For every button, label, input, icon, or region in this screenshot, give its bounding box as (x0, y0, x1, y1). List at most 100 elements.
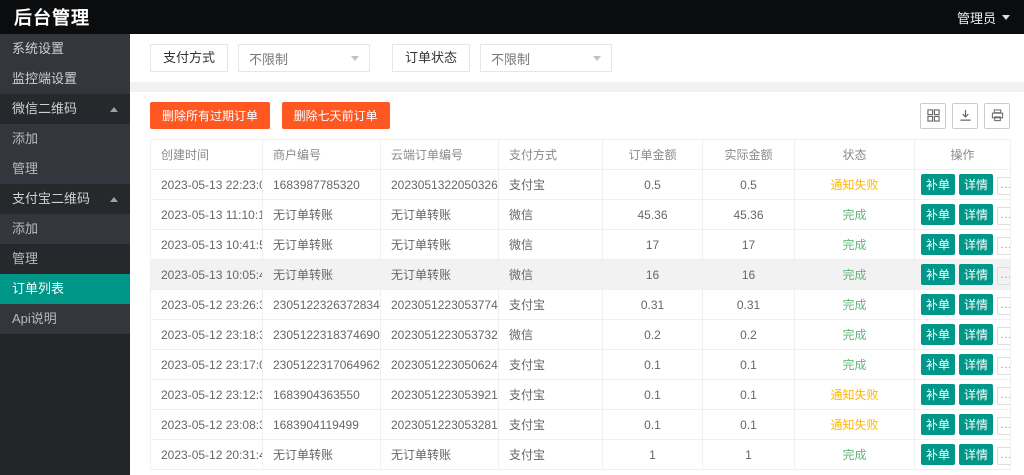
table-cell-actions: 补单详情… (914, 259, 1011, 290)
order-detail-button[interactable]: 详情 (959, 384, 994, 405)
status-text: 完成 (842, 208, 867, 222)
table-cell: 202305122305377449 (380, 289, 499, 320)
column-header: 商户编号 (262, 139, 381, 170)
more-actions-button[interactable]: … (997, 266, 1010, 285)
reissue-order-button[interactable]: 补单 (921, 234, 956, 255)
sidebar-item-label: 添加 (12, 131, 39, 146)
table-cell: 0.1 (702, 349, 795, 380)
order-detail-button[interactable]: 详情 (959, 234, 994, 255)
table-cell: 微信 (498, 259, 603, 290)
table-cell-status: 完成 (794, 199, 915, 230)
table-cell-actions: 补单详情… (914, 229, 1011, 260)
more-actions-button[interactable]: … (997, 236, 1010, 255)
print-button[interactable] (984, 102, 1010, 129)
table-header-row: 创建时间 商户编号 云端订单编号 支付方式 订单金额 实际金额 状态 操作 (150, 139, 1011, 170)
reissue-order-button[interactable]: 补单 (921, 414, 956, 435)
reissue-order-button[interactable]: 补单 (921, 294, 956, 315)
table-cell: 无订单转账 (380, 439, 499, 470)
print-icon (991, 109, 1003, 122)
topbar: 后台管理 管理员 (0, 0, 1024, 34)
filter-card: 支付方式 不限制 订单状态 不限制 (130, 34, 1024, 82)
table-cell: 2023-05-12 23:17:06 (150, 349, 263, 380)
sidebar-item-订单列表[interactable]: 订单列表 (0, 274, 130, 304)
table-cell: 2023-05-12 20:31:42 (150, 439, 263, 470)
table-cell: 0.2 (702, 319, 795, 350)
table-cell: 支付宝 (498, 379, 603, 410)
table-cell-status: 完成 (794, 229, 915, 260)
more-actions-button[interactable]: … (997, 416, 1010, 435)
table-cell: 45.36 (602, 199, 703, 230)
delete-week-old-orders-button[interactable]: 删除七天前订单 (281, 102, 390, 129)
table-cell-status: 完成 (794, 349, 915, 380)
table-cell-status: 完成 (794, 289, 915, 320)
table-row: 2023-05-13 10:05:49 无订单转账 无订单转账 微信 16 16 完成 补单详… (150, 259, 1011, 290)
reissue-order-button[interactable]: 补单 (921, 384, 956, 405)
table-cell-status: 完成 (794, 439, 915, 470)
sidebar-item-监控端设置[interactable]: 监控端设置 (0, 64, 130, 94)
sidebar-item-微信二维码[interactable]: 微信二维码 (0, 94, 130, 124)
order-detail-button[interactable]: 详情 (959, 444, 994, 465)
more-actions-button[interactable]: … (997, 296, 1010, 315)
table-cell: 2023-05-13 22:23:03 (150, 169, 263, 200)
sidebar-item-label: 管理 (12, 251, 39, 266)
sidebar-item-管理[interactable]: 管理 (0, 154, 130, 184)
sidebar-item-添加[interactable]: 添加 (0, 214, 130, 244)
table-cell: 微信 (498, 229, 603, 260)
layout-grid-button[interactable] (920, 102, 946, 129)
reissue-order-button[interactable]: 补单 (921, 264, 956, 285)
more-actions-button[interactable]: … (997, 386, 1010, 405)
more-actions-button[interactable]: … (997, 206, 1010, 225)
table-cell: 支付宝 (498, 409, 603, 440)
export-button[interactable] (952, 102, 978, 129)
sidebar-item-添加[interactable]: 添加 (0, 124, 130, 154)
reissue-order-button[interactable]: 补单 (921, 324, 956, 345)
reissue-order-button[interactable]: 补单 (921, 204, 956, 225)
table-cell: 支付宝 (498, 289, 603, 320)
table-cell-actions: 补单详情… (914, 319, 1011, 350)
table-cell: 0.1 (702, 409, 795, 440)
table-cell: 无订单转账 (380, 229, 499, 260)
table-cell-actions: 补单详情… (914, 439, 1011, 470)
column-header: 支付方式 (498, 139, 603, 170)
sidebar: 系统设置 监控端设置 微信二维码 添加 管理 支付宝二维码 添加 管理 订单列表 Api说明 (0, 34, 130, 475)
order-detail-button[interactable]: 详情 (959, 264, 994, 285)
pay-method-select[interactable]: 不限制 (238, 44, 371, 72)
reissue-order-button[interactable]: 补单 (921, 444, 956, 465)
more-actions-button[interactable]: … (997, 176, 1010, 195)
column-header: 创建时间 (150, 139, 263, 170)
order-detail-button[interactable]: 详情 (959, 204, 994, 225)
table-cell: 2305122326372834430 (262, 289, 381, 320)
table-cell: 0.5 (602, 169, 703, 200)
sidebar-item-支付宝二维码[interactable]: 支付宝二维码 (0, 184, 130, 214)
more-actions-button[interactable]: … (997, 326, 1010, 345)
reissue-order-button[interactable]: 补单 (921, 174, 956, 195)
table-cell: 支付宝 (498, 169, 603, 200)
table-cell: 无订单转账 (262, 199, 381, 230)
status-text: 完成 (842, 238, 867, 252)
more-actions-button[interactable]: … (997, 446, 1010, 465)
order-status-select[interactable]: 不限制 (480, 44, 613, 72)
sidebar-item-管理[interactable]: 管理 (0, 244, 130, 274)
table-cell-actions: 补单详情… (914, 289, 1011, 320)
more-actions-button[interactable]: … (997, 356, 1010, 375)
delete-expired-orders-button[interactable]: 删除所有过期订单 (150, 102, 271, 129)
table-cell-actions: 补单详情… (914, 379, 1011, 410)
table-cell: 无订单转账 (262, 229, 381, 260)
order-detail-button[interactable]: 详情 (959, 324, 994, 345)
order-detail-button[interactable]: 详情 (959, 294, 994, 315)
table-cell: 支付宝 (498, 439, 603, 470)
reissue-order-button[interactable]: 补单 (921, 354, 956, 375)
table-cell: 支付宝 (498, 349, 603, 380)
order-detail-button[interactable]: 详情 (959, 354, 994, 375)
table-cell: 0.31 (602, 289, 703, 320)
chevron-down-icon (593, 55, 602, 61)
pay-method-value: 不限制 (249, 51, 289, 67)
sidebar-item-Api说明[interactable]: Api说明 (0, 304, 130, 334)
user-menu[interactable]: 管理员 (957, 8, 1010, 27)
table-cell: 0.1 (602, 409, 703, 440)
table-body: 2023-05-13 22:23:03 1683987785320 20230513… (150, 169, 1011, 470)
order-detail-button[interactable]: 详情 (959, 174, 994, 195)
sidebar-menu: 系统设置 监控端设置 微信二维码 添加 管理 支付宝二维码 添加 管理 订单列表 Api说明 (0, 34, 130, 334)
sidebar-item-系统设置[interactable]: 系统设置 (0, 34, 130, 64)
order-detail-button[interactable]: 详情 (959, 414, 994, 435)
